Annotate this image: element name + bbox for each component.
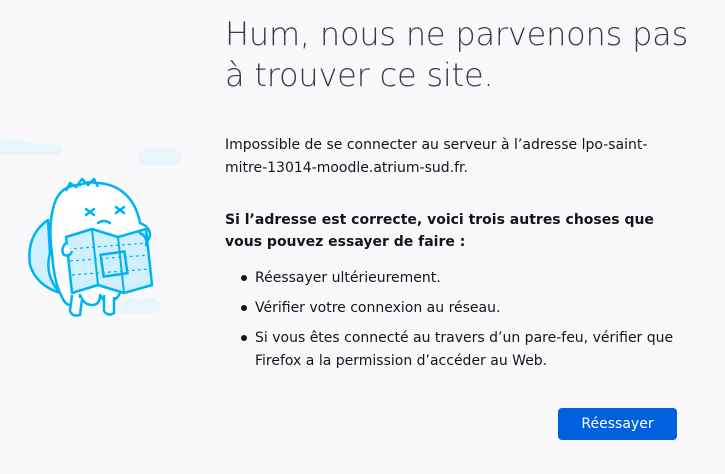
network-error-page: Hum, nous ne parvenons pas à trouver ce … — [0, 0, 725, 474]
advice-item-check-network: Vérifier votre connexion au réseau. — [225, 297, 675, 320]
advice-title: Si l’adresse est correcte, voici trois a… — [225, 212, 654, 250]
advice-list: Réessayer ultérieurement. Vérifier votre… — [225, 267, 695, 373]
retry-button[interactable]: Réessayer — [558, 408, 677, 440]
advice-item-check-firewall: Si vous êtes connecté au travers d’un pa… — [225, 327, 675, 373]
advice-item-retry-later: Réessayer ultérieurement. — [225, 267, 675, 290]
error-content: Hum, nous ne parvenons pas à trouver ce … — [225, 14, 695, 380]
lost-map-monster-icon — [0, 125, 200, 340]
page-title: Hum, nous ne parvenons pas à trouver ce … — [225, 15, 689, 94]
error-description: Impossible de se connecter au serveur à … — [225, 137, 648, 176]
